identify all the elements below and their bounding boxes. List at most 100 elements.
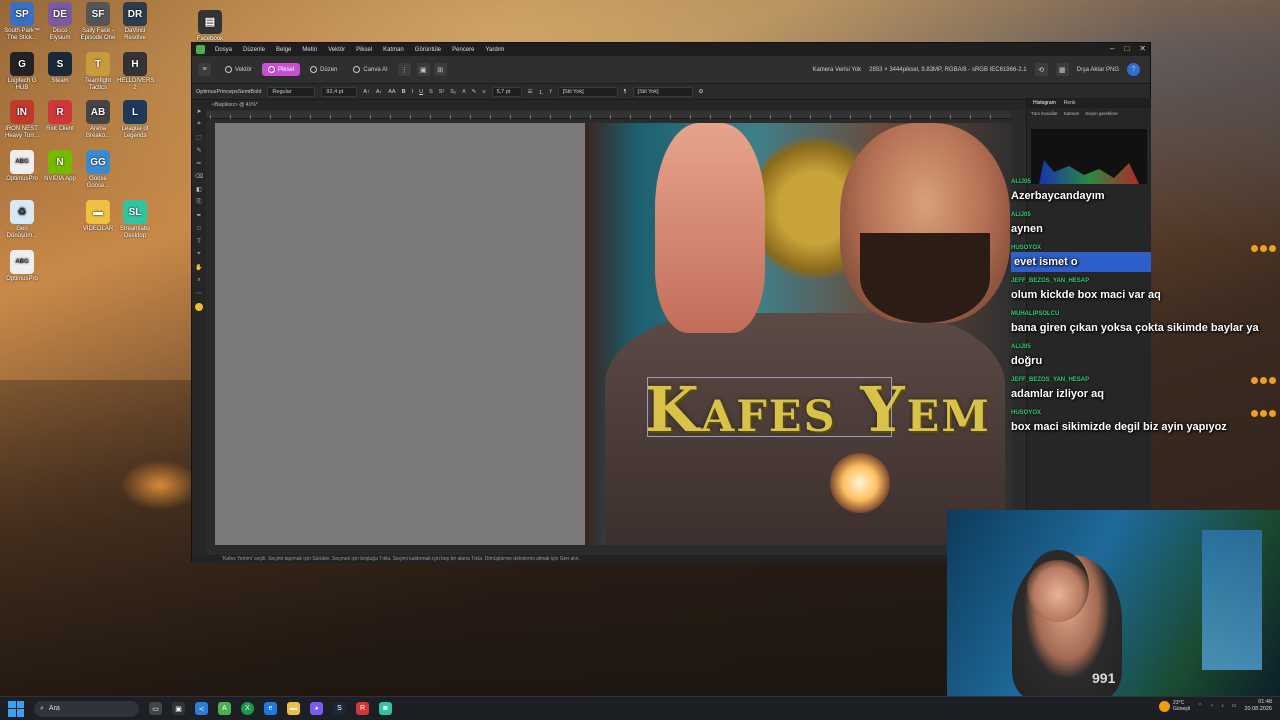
italic-icon[interactable]: I — [412, 89, 414, 95]
menu-help[interactable]: Yardım — [486, 47, 505, 53]
font-style-field[interactable]: Regular — [267, 86, 316, 97]
minimize-icon[interactable]: – — [1110, 44, 1114, 53]
strikethrough-icon[interactable]: S — [429, 89, 433, 95]
tab-histogram[interactable]: Histogram — [1033, 100, 1056, 106]
network-icon[interactable]: ◔ — [1210, 703, 1213, 709]
battery-icon[interactable]: ▭ — [1232, 703, 1237, 709]
desktop-icon[interactable]: G Logitech G HUB — [4, 52, 40, 92]
desktop-icon[interactable]: SL Streamlabs Desktop — [117, 200, 153, 240]
underline-icon[interactable]: U — [419, 89, 423, 95]
export-button[interactable]: Dışa Aktar PNG — [1077, 67, 1119, 73]
tray-chevron-icon[interactable]: ⌃ — [1198, 703, 1202, 709]
menu-text[interactable]: Metin — [302, 47, 317, 53]
desktop-icon[interactable]: R Riot Client — [42, 100, 78, 133]
volume-icon[interactable]: ♪ — [1221, 703, 1224, 709]
document-canvas[interactable]: Kafes Yem — [585, 123, 1012, 545]
zoom-tool-icon[interactable]: ⌕ — [195, 276, 204, 285]
pencil-tool-icon[interactable]: ✏ — [195, 159, 204, 168]
selection-option[interactable]: Seçim gereklere — [1085, 111, 1118, 116]
persona-pixel[interactable]: Piksel — [262, 63, 301, 76]
desktop-icon[interactable]: ABG OptimusPro — [4, 150, 40, 183]
numbered-list-icon[interactable]: ⒈ — [539, 88, 545, 96]
clock[interactable]: 01:48 20.08.2026 — [1244, 699, 1272, 713]
desktop-icon[interactable]: ABG OptimusPro — [4, 250, 40, 283]
more-tools-icon[interactable]: ⋯ — [195, 289, 204, 298]
font-icon[interactable]: f — [550, 89, 552, 95]
align-icon[interactable]: ≡ — [482, 89, 485, 95]
maximize-icon[interactable]: □ — [1124, 44, 1129, 53]
desktop-icon[interactable]: ♻ Geri Dönüşüm... — [4, 200, 40, 240]
text-color-icon[interactable]: A — [462, 89, 466, 95]
crop-tool-icon[interactable]: ⌗ — [195, 120, 204, 129]
menu-file[interactable]: Dosya — [215, 47, 232, 53]
font-name-field[interactable]: OptimusPrincepsSemiBold — [196, 89, 261, 95]
file-explorer-icon[interactable]: ▬ — [287, 702, 300, 715]
hand-tool-icon[interactable]: ✋ — [195, 263, 204, 272]
desktop-icon[interactable]: DE Disco Elysium — [42, 2, 78, 42]
highlight-icon[interactable]: ✎ — [472, 89, 477, 95]
desktop-icon[interactable]: N NVIDIA App — [42, 150, 78, 183]
desktop-icon[interactable]: GG Goose Goose... — [80, 150, 116, 190]
paragraph-icon[interactable]: ¶ — [624, 89, 627, 95]
font-size-field[interactable]: 92,4 pt — [321, 86, 358, 97]
edge-icon[interactable]: e — [264, 702, 277, 715]
shape-tool-icon[interactable]: □ — [195, 224, 204, 233]
eraser-tool-icon[interactable]: ⌫ — [195, 172, 204, 181]
menu-layer[interactable]: Katman — [383, 47, 404, 53]
menu-icon[interactable]: ≡ — [198, 63, 211, 76]
desktop-icon[interactable]: S Steam — [42, 52, 78, 85]
selection-tool-icon[interactable]: ⬚ — [195, 133, 204, 142]
weather-widget[interactable]: 23°C Güneşli — [1159, 700, 1190, 712]
superscript-icon[interactable]: S² — [439, 89, 445, 95]
move-tool-icon[interactable]: ➤ — [195, 107, 204, 116]
desktop-icon[interactable]: H HELLDIVERS 2 — [117, 52, 154, 92]
document-tab[interactable]: <Başlıksız> @ 41%* — [212, 102, 258, 108]
close-icon[interactable]: ✕ — [1139, 44, 1146, 53]
desktop-icon[interactable]: SP South Park™ The Stick... — [4, 2, 40, 42]
font-grow-icon[interactable]: A↑ — [363, 89, 369, 95]
desktop-icon[interactable]: DR DaVinci Resolve — [117, 2, 153, 42]
affinity-icon[interactable]: A — [218, 702, 231, 715]
clone-tool-icon[interactable]: ⎘ — [195, 198, 204, 207]
menu-window[interactable]: Pencere — [452, 47, 474, 53]
settings-icon[interactable]: ⚙ — [699, 89, 704, 95]
desktop-icon[interactable]: IN IRON NEST: Heavy Turr... — [4, 100, 40, 140]
tab-color[interactable]: Renk — [1064, 100, 1076, 106]
streamlabs-icon[interactable]: ◙ — [379, 702, 392, 715]
grid-icon[interactable]: ⊞ — [433, 63, 447, 76]
link-icon[interactable]: ⟲ — [1034, 63, 1048, 76]
desktop-file-facebook[interactable]: ▤ Facebook — [192, 10, 228, 43]
riot-icon[interactable]: R — [356, 702, 369, 715]
case-icon[interactable]: AA — [388, 89, 395, 95]
bold-icon[interactable]: B — [402, 89, 406, 95]
more-icon[interactable]: ⋮ — [397, 63, 411, 76]
font-shrink-icon[interactable]: A↓ — [376, 89, 382, 95]
help-icon[interactable]: ? — [1127, 63, 1140, 76]
desktop-icon[interactable]: AB Arena Breako... — [80, 100, 116, 140]
desktop-icon[interactable]: ▬ VIDEOLAR — [80, 200, 116, 233]
menu-view[interactable]: Görüntüle — [415, 47, 441, 53]
steam-icon[interactable]: S — [333, 702, 346, 715]
snap-icon[interactable]: ▣ — [416, 63, 430, 76]
pasteboard[interactable] — [215, 123, 585, 545]
char-style-field[interactable]: [Stil Yok] — [557, 86, 618, 97]
vscode-icon[interactable]: ≺ — [195, 702, 208, 715]
export-icon[interactable]: ▦ — [1055, 63, 1069, 76]
selection-box[interactable] — [647, 377, 892, 437]
desktop-icon[interactable]: T Teamfight Tactics — [80, 52, 116, 92]
list-icon[interactable]: ☰ — [528, 89, 533, 95]
pen-tool-icon[interactable]: ✒ — [195, 211, 204, 220]
xbox-icon[interactable]: X — [241, 702, 254, 715]
line-size-field[interactable]: 5,7 pt — [491, 86, 522, 97]
desktop-icon[interactable]: SF Sally Face - Episode One — [80, 2, 116, 42]
fill-tool-icon[interactable]: ◧ — [195, 185, 204, 194]
subscript-icon[interactable]: S₂ — [450, 89, 456, 95]
brush-tool-icon[interactable]: ✎ — [195, 146, 204, 155]
discord-icon[interactable]: ◕ — [310, 702, 323, 715]
start-button[interactable] — [8, 700, 24, 717]
layer-option[interactable]: Katman — [1064, 111, 1080, 116]
menu-pixel[interactable]: Piksel — [356, 47, 372, 53]
channel-select[interactable]: Tüm Kanallar — [1031, 111, 1058, 116]
text-tool-icon[interactable]: T — [195, 237, 204, 246]
taskbar-search[interactable]: ⌕ Ara — [34, 700, 139, 717]
